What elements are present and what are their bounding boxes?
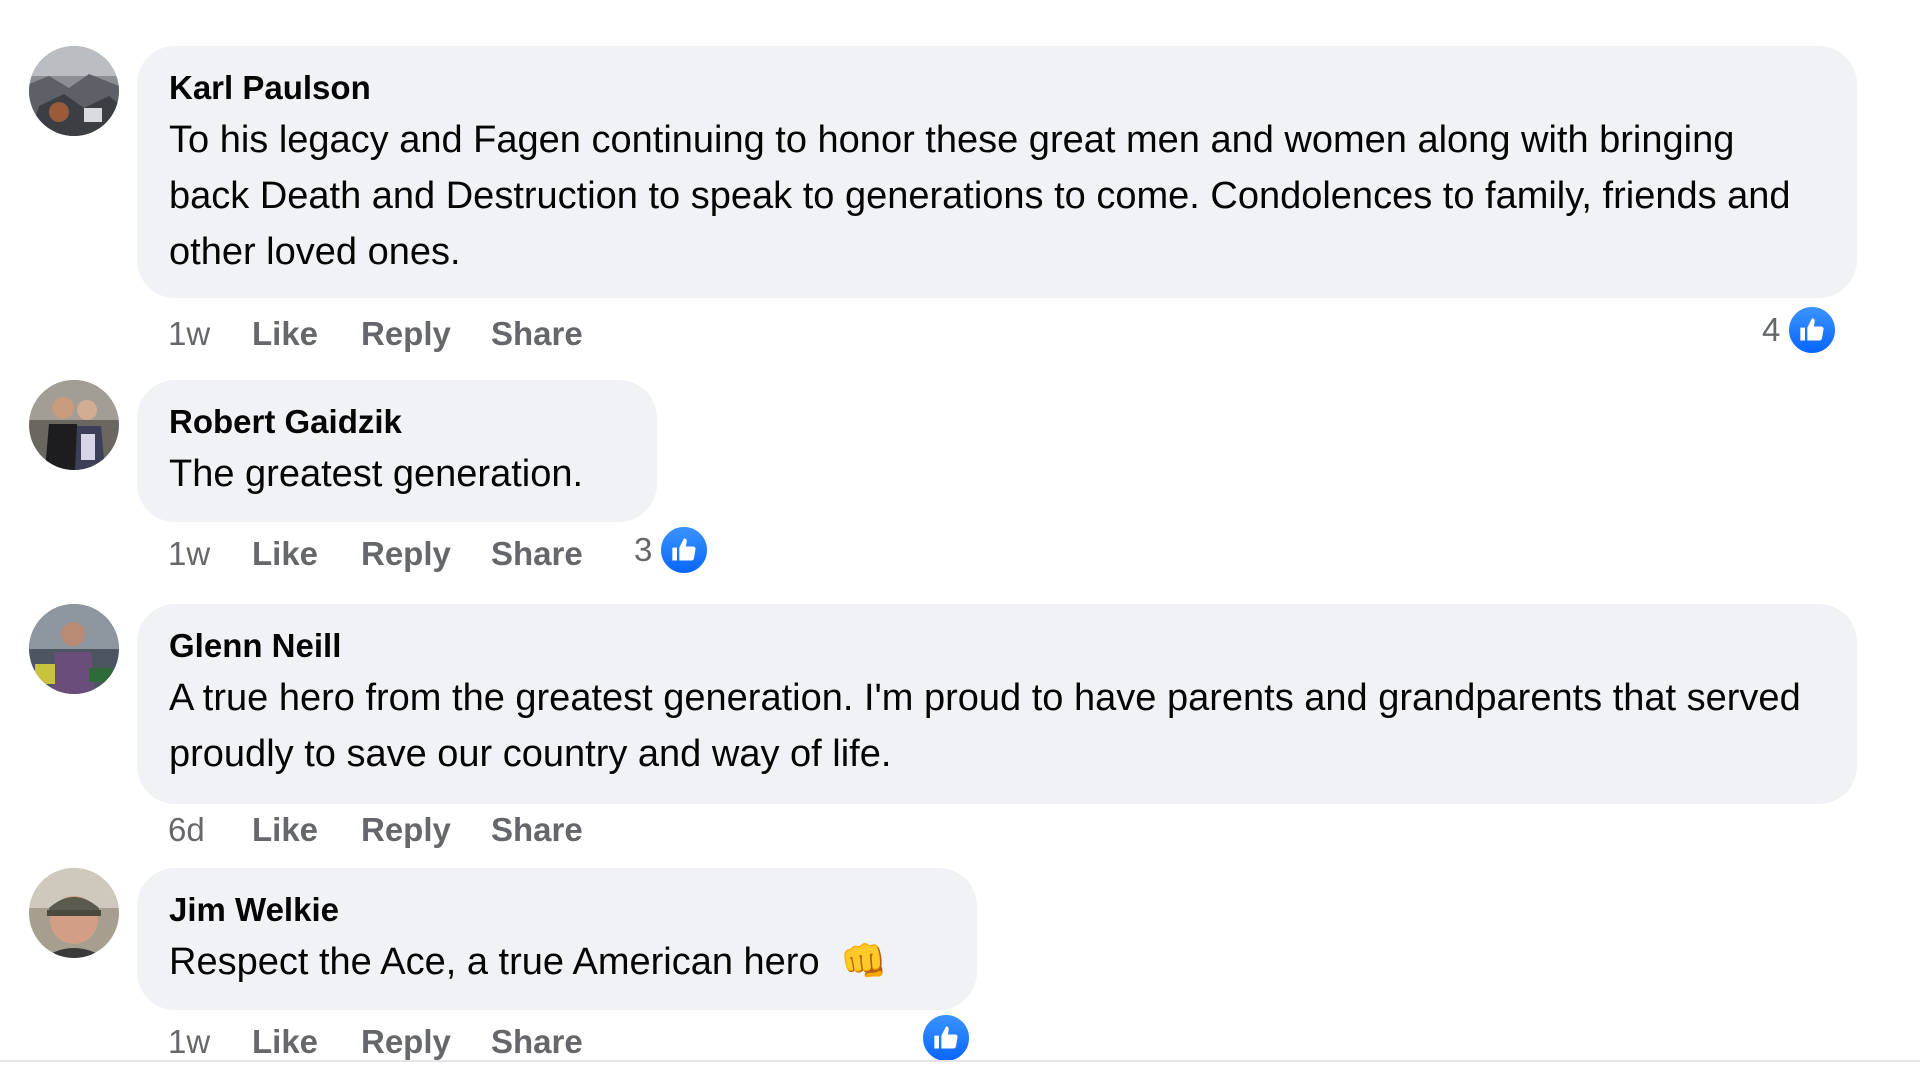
comment-text: A true hero from the greatest generation…: [169, 677, 1801, 775]
share-button[interactable]: Share: [491, 314, 583, 354]
comment-actions: 1w Like Reply Share: [168, 534, 583, 574]
reaction-count: 3: [634, 531, 653, 568]
comment-actions: 6d Like Reply Share: [168, 810, 583, 850]
comment-timestamp[interactable]: 1w: [168, 314, 252, 354]
share-button[interactable]: Share: [491, 534, 583, 574]
like-button[interactable]: Like: [252, 534, 361, 574]
comment-bubble: Jim Welkie Respect the Ace, a true Ameri…: [137, 868, 977, 1010]
avatar[interactable]: [29, 46, 119, 136]
comment-author[interactable]: Glenn Neill: [169, 626, 1825, 666]
reply-button[interactable]: Reply: [361, 1022, 491, 1062]
comment-timestamp[interactable]: 6d: [168, 810, 252, 850]
like-icon: [658, 524, 711, 576]
comment-author[interactable]: Jim Welkie: [169, 890, 945, 930]
like-button[interactable]: Like: [252, 1022, 361, 1062]
like-icon: [1786, 304, 1839, 356]
comment-text: The greatest generation.: [169, 453, 584, 495]
comment-actions: 1w Like Reply Share: [168, 1022, 583, 1062]
comment-actions: 1w Like Reply Share: [168, 314, 583, 354]
divider: [0, 1060, 1920, 1062]
comment-bubble: Karl Paulson To his legacy and Fagen con…: [137, 46, 1857, 298]
comment-author[interactable]: Karl Paulson: [169, 68, 1825, 108]
comment-text: Respect the Ace, a true American hero 👊: [169, 934, 945, 990]
reply-button[interactable]: Reply: [361, 810, 491, 850]
avatar[interactable]: [29, 380, 119, 470]
comment-bubble: Robert Gaidzik The greatest generation.: [137, 380, 657, 522]
comment-bubble: Glenn Neill A true hero from the greates…: [137, 604, 1857, 804]
avatar[interactable]: [29, 868, 119, 958]
reaction-count: 4: [1762, 311, 1781, 348]
comment-text-content: Respect the Ace, a true American hero: [169, 941, 820, 983]
share-button[interactable]: Share: [491, 1022, 583, 1062]
reaction-summary[interactable]: 3: [634, 524, 711, 576]
reply-button[interactable]: Reply: [361, 534, 491, 574]
fist-bump-emoji: 👊: [840, 941, 888, 983]
comment-author[interactable]: Robert Gaidzik: [169, 402, 625, 442]
reaction-summary[interactable]: [920, 1012, 972, 1064]
reply-button[interactable]: Reply: [361, 314, 491, 354]
share-button[interactable]: Share: [491, 810, 583, 850]
avatar[interactable]: [29, 604, 119, 694]
like-button[interactable]: Like: [252, 810, 361, 850]
like-icon: [920, 1012, 972, 1064]
reaction-summary[interactable]: 4: [1762, 304, 1839, 356]
like-button[interactable]: Like: [252, 314, 361, 354]
comment-timestamp[interactable]: 1w: [168, 534, 252, 574]
comment-text: To his legacy and Fagen continuing to ho…: [169, 119, 1791, 273]
comment-timestamp[interactable]: 1w: [168, 1022, 252, 1062]
